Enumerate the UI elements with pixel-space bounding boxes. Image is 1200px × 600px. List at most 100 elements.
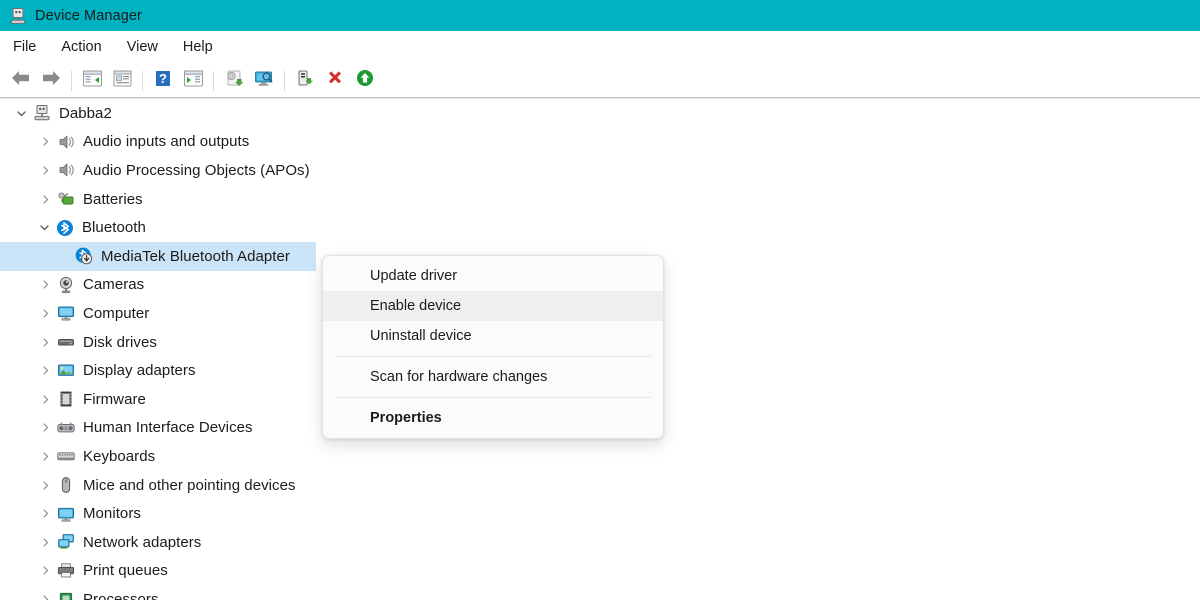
menu-action[interactable]: Action bbox=[61, 36, 112, 59]
tree-item-label: Network adapters bbox=[83, 533, 202, 551]
toolbar-properties-button[interactable] bbox=[107, 67, 137, 95]
chevron-right-icon[interactable] bbox=[34, 537, 56, 548]
tree-row-batteries[interactable]: Batteries bbox=[0, 185, 1200, 214]
toolbar-help-button[interactable]: ? bbox=[148, 67, 178, 95]
properties-window-icon bbox=[112, 69, 133, 93]
network-adapter-icon bbox=[56, 532, 76, 552]
printer-icon bbox=[56, 561, 76, 581]
chevron-right-icon[interactable] bbox=[34, 565, 56, 576]
tree-item-label: Keyboards bbox=[83, 447, 156, 465]
uninstall-device-icon bbox=[295, 69, 315, 93]
ctx-update-driver[interactable]: Update driver bbox=[323, 261, 663, 291]
toolbar-update-driver-button[interactable] bbox=[219, 67, 249, 95]
toolbar-uninstall-device-button[interactable] bbox=[290, 67, 320, 95]
title-bar: Device Manager bbox=[0, 0, 1200, 31]
chevron-right-icon[interactable] bbox=[34, 136, 56, 147]
tree-item-label: Processors bbox=[83, 590, 159, 600]
chevron-right-icon[interactable] bbox=[34, 308, 56, 319]
mouse-icon bbox=[56, 475, 76, 495]
toolbar-enable-device-button[interactable] bbox=[350, 67, 380, 95]
battery-icon bbox=[56, 189, 76, 209]
forward-arrow-icon bbox=[40, 69, 62, 92]
monitor-icon bbox=[56, 504, 76, 524]
tree-item-label: Monitors bbox=[83, 505, 141, 523]
tree-row-network-adapters[interactable]: Network adapters bbox=[0, 528, 1200, 557]
context-menu: Update driver Enable device Uninstall de… bbox=[322, 255, 664, 439]
processor-icon bbox=[56, 589, 76, 600]
tree-row-monitors[interactable]: Monitors bbox=[0, 499, 1200, 528]
toolbar-console-tree-button[interactable] bbox=[77, 67, 107, 95]
device-manager-window: Device Manager File Action View Help ? D… bbox=[0, 0, 1200, 600]
context-menu-separator bbox=[335, 356, 651, 357]
tree-row-mediatek-bluetooth-adapter[interactable]: MediaTek Bluetooth Adapter bbox=[0, 241, 316, 271]
ctx-uninstall-device[interactable]: Uninstall device bbox=[323, 321, 663, 351]
back-arrow-icon bbox=[10, 69, 32, 92]
tree-row-bluetooth[interactable]: Bluetooth bbox=[0, 213, 1200, 242]
chevron-right-icon[interactable] bbox=[34, 337, 56, 348]
menu-help[interactable]: Help bbox=[183, 36, 224, 59]
toolbar-forward-button[interactable] bbox=[36, 67, 66, 95]
tree-item-label: Display adapters bbox=[83, 362, 196, 380]
toolbar-separator bbox=[284, 70, 285, 91]
toolbar-disable-device-button[interactable] bbox=[320, 67, 350, 95]
tree-item-label: Bluetooth bbox=[82, 219, 146, 237]
update-driver-icon bbox=[223, 69, 245, 93]
scan-hardware-changes-icon bbox=[253, 69, 275, 93]
tree-item-label: Mice and other pointing devices bbox=[83, 476, 296, 494]
monitor-icon bbox=[56, 303, 76, 323]
help-question-icon: ? bbox=[153, 69, 173, 93]
chevron-right-icon[interactable] bbox=[34, 394, 56, 405]
tree-root-label: Dabba2 bbox=[59, 104, 112, 122]
speaker-icon bbox=[56, 132, 76, 152]
toolbar-separator bbox=[142, 70, 143, 91]
computer-root-icon bbox=[32, 103, 52, 123]
toolbar-back-button[interactable] bbox=[6, 67, 36, 95]
bluetooth-disabled-icon bbox=[74, 246, 94, 266]
tree-item-label: MediaTek Bluetooth Adapter bbox=[101, 247, 290, 265]
tree-row-mice-and-other-pointing-devices[interactable]: Mice and other pointing devices bbox=[0, 471, 1200, 500]
display-adapter-icon bbox=[56, 361, 76, 381]
chevron-right-icon[interactable] bbox=[34, 480, 56, 491]
menu-view[interactable]: View bbox=[127, 36, 169, 59]
chevron-right-icon[interactable] bbox=[34, 594, 56, 600]
tree-row-keyboards[interactable]: Keyboards bbox=[0, 442, 1200, 471]
ctx-properties[interactable]: Properties bbox=[323, 403, 663, 433]
tree-item-label: Disk drives bbox=[83, 333, 157, 351]
hid-icon bbox=[56, 418, 76, 438]
ctx-scan-hardware-changes[interactable]: Scan for hardware changes bbox=[323, 362, 663, 392]
tree-row-processors[interactable]: Processors bbox=[0, 585, 1200, 600]
chevron-down-icon[interactable] bbox=[33, 222, 55, 233]
tree-row-root[interactable]: Dabba2 bbox=[0, 99, 1200, 128]
tree-row-audio-processing-objects[interactable]: Audio Processing Objects (APOs) bbox=[0, 156, 1200, 185]
tree-item-label: Audio Processing Objects (APOs) bbox=[83, 161, 310, 179]
ctx-enable-device[interactable]: Enable device bbox=[323, 291, 663, 321]
tree-item-label: Print queues bbox=[83, 562, 168, 580]
chevron-right-icon[interactable] bbox=[34, 451, 56, 462]
tree-item-label: Computer bbox=[83, 304, 150, 322]
tree-item-label: Batteries bbox=[83, 190, 143, 208]
chevron-right-icon[interactable] bbox=[34, 422, 56, 433]
chevron-right-icon[interactable] bbox=[34, 279, 56, 290]
bluetooth-icon bbox=[55, 218, 75, 238]
window-title: Device Manager bbox=[35, 7, 142, 24]
disk-drive-icon bbox=[56, 332, 76, 352]
speaker-icon bbox=[56, 160, 76, 180]
toolbar-scan-hardware-button[interactable] bbox=[249, 67, 279, 95]
tree-item-label: Human Interface Devices bbox=[83, 419, 253, 437]
device-manager-icon bbox=[9, 7, 27, 25]
chevron-right-icon[interactable] bbox=[34, 194, 56, 205]
toolbar-action-pane-button[interactable] bbox=[178, 67, 208, 95]
show-hide-console-tree-icon bbox=[82, 69, 103, 93]
menu-file[interactable]: File bbox=[13, 36, 47, 59]
toolbar-separator bbox=[213, 70, 214, 91]
keyboard-icon bbox=[56, 446, 76, 466]
chevron-right-icon[interactable] bbox=[34, 508, 56, 519]
tree-row-audio-inputs-and-outputs[interactable]: Audio inputs and outputs bbox=[0, 128, 1200, 157]
tree-row-print-queues[interactable]: Print queues bbox=[0, 557, 1200, 586]
chevron-right-icon[interactable] bbox=[34, 365, 56, 376]
chevron-right-icon[interactable] bbox=[34, 165, 56, 176]
show-hide-action-pane-icon bbox=[183, 69, 204, 93]
toolbar: ? bbox=[0, 63, 1200, 98]
chevron-down-icon[interactable] bbox=[10, 108, 32, 119]
toolbar-separator bbox=[71, 70, 72, 91]
